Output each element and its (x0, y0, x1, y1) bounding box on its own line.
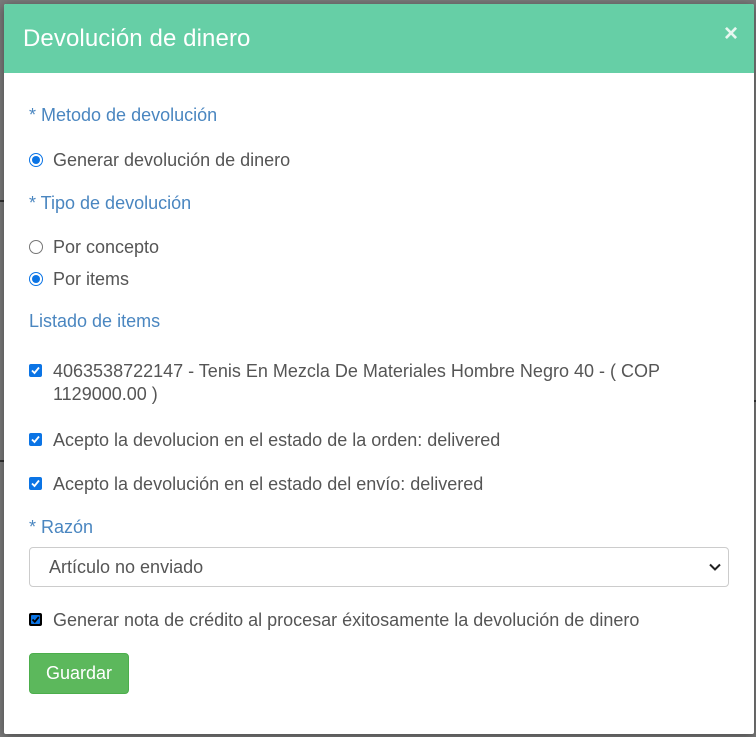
radio-por-items[interactable]: Por items (29, 268, 129, 291)
checkbox-accept-shipping-state[interactable]: Acepto la devolución en el estado del en… (29, 473, 483, 496)
checkbox-item-product[interactable]: 4063538722147 - Tenis En Mezcla De Mater… (29, 360, 669, 406)
radio-icon[interactable] (29, 153, 43, 167)
razon-select[interactable]: Artículo no enviado (29, 547, 729, 587)
radio-icon[interactable] (29, 240, 43, 254)
razon-label: * Razón (29, 517, 94, 537)
checkbox-icon[interactable] (29, 477, 42, 490)
credit-note-label: Generar nota de crédito al procesar éxit… (53, 610, 640, 630)
modal-title: Devolución de dinero (23, 25, 251, 52)
checkbox-accept-order-state[interactable]: Acepto la devolucion en el estado de la … (29, 429, 500, 452)
option-label: Por items (53, 269, 130, 289)
modal-header: Devolución de dinero × (4, 4, 754, 73)
checkbox-icon[interactable] (29, 613, 42, 626)
checkbox-icon[interactable] (29, 364, 42, 377)
save-button[interactable]: Guardar (29, 653, 129, 694)
radio-generar-devolucion[interactable]: Generar devolución de dinero (29, 149, 290, 172)
option-label: Generar devolución de dinero (53, 150, 291, 170)
item-label: 4063538722147 - Tenis En Mezcla De Mater… (53, 361, 660, 404)
razon-selected-value: Artículo no enviado (49, 557, 204, 577)
radio-por-concepto[interactable]: Por concepto (29, 236, 159, 259)
close-button[interactable]: × (724, 22, 738, 46)
checkbox-icon[interactable] (29, 433, 42, 446)
item-label: Acepto la devolucion en el estado de la … (53, 430, 501, 450)
tipo-label: * Tipo de devolución (29, 193, 192, 213)
item-label: Acepto la devolución en el estado del en… (53, 474, 484, 494)
radio-icon[interactable] (29, 272, 43, 286)
checkbox-credit-note[interactable]: Generar nota de crédito al procesar éxit… (29, 609, 639, 632)
chevron-down-icon (709, 563, 721, 571)
option-label: Por concepto (53, 237, 160, 257)
metodo-label: * Metodo de devolución (29, 105, 218, 125)
items-label: Listado de items (29, 311, 161, 331)
refund-modal: Devolución de dinero × * Metodo de devol… (4, 4, 754, 734)
